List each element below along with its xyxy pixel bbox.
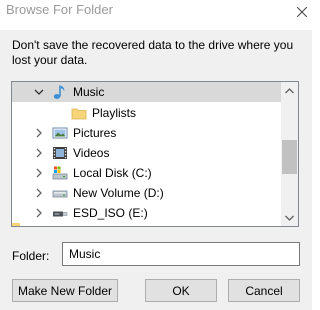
local-disk-icon [52, 166, 68, 180]
dialog-title: Browse For Folder [6, 2, 113, 17]
tree-item-label: New Volume (D:) [73, 186, 164, 200]
scroll-down-button[interactable] [281, 209, 298, 226]
tree-item-label: Local Disk (C:) [73, 166, 152, 180]
scroll-thumb[interactable] [282, 140, 297, 174]
tree-item-partial [12, 223, 282, 226]
videos-icon [53, 147, 67, 159]
folder-icon [12, 223, 20, 226]
chevron-down-icon[interactable] [34, 87, 44, 97]
close-icon [297, 7, 307, 17]
music-note-icon [53, 85, 65, 99]
chevron-right-icon[interactable] [34, 168, 44, 178]
chevron-up-icon [285, 87, 294, 93]
tree-item-pictures[interactable]: Pictures [12, 123, 282, 143]
chevron-down-icon [285, 215, 294, 221]
chevron-right-icon[interactable] [34, 148, 44, 158]
tree-item-label: Playlists [92, 106, 137, 120]
tree-item-playlists[interactable]: Playlists [12, 103, 282, 123]
tree-item-label: Music [73, 85, 105, 99]
scroll-up-button[interactable] [281, 82, 298, 99]
tree-item-label: Pictures [73, 126, 117, 140]
tree-item-label: ESD_ISO (E:) [73, 206, 148, 220]
folder-label: Folder: [12, 249, 50, 263]
chevron-right-icon[interactable] [34, 128, 44, 138]
tree-item-new-volume-d[interactable]: New Volume (D:) [12, 183, 282, 203]
make-new-folder-button[interactable]: Make New Folder [12, 279, 118, 302]
close-button[interactable] [294, 0, 310, 24]
folder-icon [71, 108, 87, 120]
tree-item-local-disk-c[interactable]: Local Disk (C:) [12, 163, 282, 183]
instruction-text: Don't save the recovered data to the dri… [12, 38, 294, 67]
tree-item-music[interactable]: Music [12, 82, 282, 102]
chevron-right-icon[interactable] [34, 188, 44, 198]
browse-for-folder-dialog: Browse For Folder Don't save the recover… [0, 0, 312, 310]
title-bar: Browse For Folder [0, 0, 312, 30]
chevron-right-icon[interactable] [34, 208, 44, 218]
usb-drive-icon [53, 211, 68, 217]
vertical-scrollbar[interactable] [281, 82, 298, 226]
cancel-button[interactable]: Cancel [228, 279, 300, 302]
tree-item-label: Videos [73, 146, 110, 160]
pictures-icon [52, 127, 68, 139]
drive-icon [52, 190, 68, 198]
tree-item-videos[interactable]: Videos [12, 143, 282, 163]
folder-tree[interactable]: Music Playlists Pictures Videos Local Di… [11, 81, 299, 227]
ok-button[interactable]: OK [145, 279, 217, 302]
folder-input[interactable] [62, 242, 300, 266]
tree-item-esd-iso-e[interactable]: ESD_ISO (E:) [12, 203, 282, 223]
